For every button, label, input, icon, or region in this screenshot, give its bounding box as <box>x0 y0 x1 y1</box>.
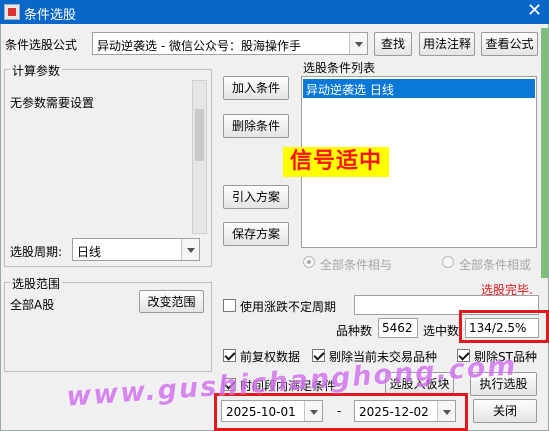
save-scheme-button[interactable]: 保存方案 <box>223 222 289 246</box>
period-label: 选股周期: <box>10 245 63 259</box>
radio-and-all[interactable] <box>303 256 315 268</box>
params-empty-text: 无参数需要设置 <box>10 96 95 110</box>
title-bar[interactable]: 条件选股 ✕ <box>0 0 549 24</box>
import-scheme-button[interactable]: 引入方案 <box>223 185 289 209</box>
radio-or-all[interactable] <box>442 256 454 268</box>
scope-value: 全部A股 <box>10 298 55 312</box>
right-scrollbar[interactable] <box>541 28 548 278</box>
selected-highlight-box <box>459 310 549 343</box>
view-formula-button[interactable]: 查看公式 <box>481 32 538 56</box>
chevron-down-icon[interactable] <box>181 239 199 260</box>
window-title: 条件选股 <box>24 8 77 23</box>
params-scrollbar[interactable] <box>192 80 207 234</box>
volatile-period-checkbox[interactable] <box>223 299 236 312</box>
forward-adjust-checkbox[interactable] <box>223 349 236 362</box>
formula-label: 条件选股公式 <box>5 38 78 52</box>
change-scope-button[interactable]: 改变范围 <box>139 290 204 313</box>
window-close-button[interactable]: ✕ <box>520 0 549 24</box>
params-legend: 计算参数 <box>10 62 63 79</box>
condition-item-selected[interactable]: 异动逆袭选 日线 <box>303 79 535 98</box>
period-combobox[interactable]: 日线 <box>72 238 200 261</box>
forward-adjust-label: 前复权数据 <box>240 350 301 364</box>
scope-legend: 选股范围 <box>10 275 63 292</box>
volatile-period-label: 使用涨跌不定周期 <box>240 300 337 314</box>
selected-label: 选中数 <box>423 324 460 338</box>
count-label: 品种数 <box>336 324 373 338</box>
count-field: 5462 <box>378 318 418 338</box>
exclude-untraded-checkbox[interactable] <box>312 349 325 362</box>
radio-or-label: 全部条件相或 <box>459 258 532 272</box>
radio-and-label: 全部条件相与 <box>320 258 393 272</box>
count-value: 5462 <box>382 321 413 335</box>
scrollbar-thumb[interactable] <box>195 109 204 161</box>
formula-combobox[interactable]: 异动逆袭选 - 微信公众号：股海操作手 <box>92 32 368 55</box>
close-button[interactable]: 关闭 <box>473 399 537 423</box>
period-value: 日线 <box>77 245 102 259</box>
add-condition-button[interactable]: 加入条件 <box>223 76 289 100</box>
app-icon <box>4 4 20 20</box>
delete-condition-button[interactable]: 删除条件 <box>223 114 289 138</box>
conditions-label: 选股条件列表 <box>303 61 376 75</box>
signal-overlay-label: 信号适中 <box>283 147 389 177</box>
usage-notes-button[interactable]: 用法注释 <box>419 32 475 56</box>
chevron-down-icon[interactable] <box>349 33 367 54</box>
formula-value: 异动逆袭选 - 微信公众号：股海操作手 <box>97 39 301 53</box>
find-button[interactable]: 查找 <box>374 32 412 56</box>
